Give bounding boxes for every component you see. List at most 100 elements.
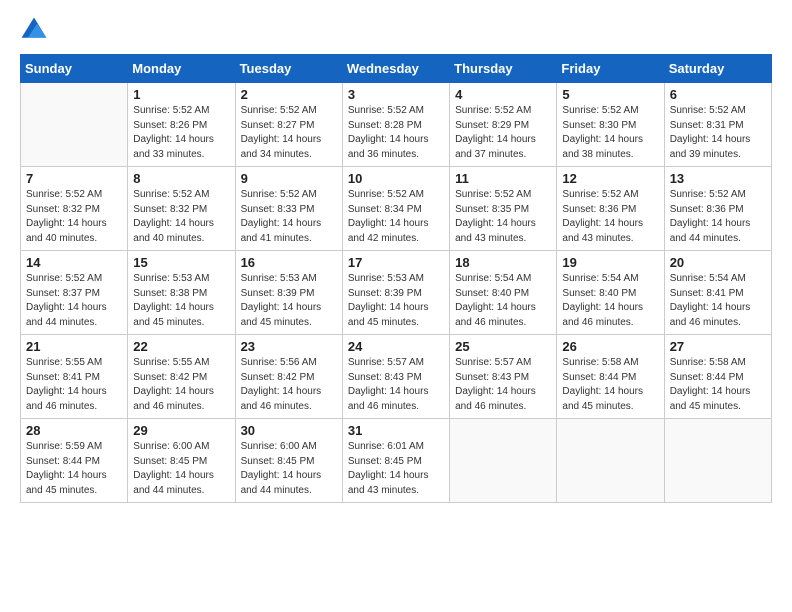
weekday-header-wednesday: Wednesday (342, 55, 449, 83)
day-number: 25 (455, 339, 551, 354)
day-cell: 2 Sunrise: 5:52 AM Sunset: 8:27 PM Daylig… (235, 83, 342, 167)
day-number: 24 (348, 339, 444, 354)
day-cell: 17 Sunrise: 5:53 AM Sunset: 8:39 PM Dayli… (342, 251, 449, 335)
header (20, 16, 772, 44)
day-number: 8 (133, 171, 229, 186)
weekday-header-tuesday: Tuesday (235, 55, 342, 83)
day-detail: Sunrise: 5:52 AM Sunset: 8:34 PM Dayligh… (348, 188, 444, 246)
day-detail: Sunrise: 5:52 AM Sunset: 8:26 PM Dayligh… (133, 104, 229, 162)
day-detail: Sunrise: 5:52 AM Sunset: 8:37 PM Dayligh… (26, 272, 122, 330)
day-detail: Sunrise: 5:56 AM Sunset: 8:42 PM Dayligh… (241, 356, 337, 414)
week-row-3: 14 Sunrise: 5:52 AM Sunset: 8:37 PM Dayli… (21, 251, 772, 335)
day-cell: 22 Sunrise: 5:55 AM Sunset: 8:42 PM Dayli… (128, 335, 235, 419)
day-number: 6 (670, 87, 766, 102)
day-cell: 9 Sunrise: 5:52 AM Sunset: 8:33 PM Daylig… (235, 167, 342, 251)
day-detail: Sunrise: 5:52 AM Sunset: 8:27 PM Dayligh… (241, 104, 337, 162)
day-cell: 6Sunrise: 5:52 AM Sunset: 8:31 PM Daylig… (664, 83, 771, 167)
page: SundayMondayTuesdayWednesdayThursdayFrid… (0, 0, 792, 612)
week-row-2: 7 Sunrise: 5:52 AM Sunset: 8:32 PM Daylig… (21, 167, 772, 251)
weekday-header-thursday: Thursday (450, 55, 557, 83)
day-detail: Sunrise: 5:54 AM Sunset: 8:40 PM Dayligh… (455, 272, 551, 330)
weekday-header-monday: Monday (128, 55, 235, 83)
day-detail: Sunrise: 5:52 AM Sunset: 8:30 PM Dayligh… (562, 104, 658, 162)
day-cell: 3 Sunrise: 5:52 AM Sunset: 8:28 PM Daylig… (342, 83, 449, 167)
day-cell: 7 Sunrise: 5:52 AM Sunset: 8:32 PM Daylig… (21, 167, 128, 251)
day-number: 22 (133, 339, 229, 354)
day-detail: Sunrise: 5:54 AM Sunset: 8:41 PM Dayligh… (670, 272, 766, 330)
day-cell (450, 419, 557, 503)
day-number: 4 (455, 87, 551, 102)
calendar-table: SundayMondayTuesdayWednesdayThursdayFrid… (20, 54, 772, 503)
day-number: 3 (348, 87, 444, 102)
day-number: 29 (133, 423, 229, 438)
day-detail: Sunrise: 5:52 AM Sunset: 8:32 PM Dayligh… (133, 188, 229, 246)
day-cell: 16 Sunrise: 5:53 AM Sunset: 8:39 PM Dayli… (235, 251, 342, 335)
day-number: 17 (348, 255, 444, 270)
day-detail: Sunrise: 5:52 AM Sunset: 8:36 PM Dayligh… (670, 188, 766, 246)
logo (20, 16, 52, 44)
day-cell: 13Sunrise: 5:52 AM Sunset: 8:36 PM Dayli… (664, 167, 771, 251)
day-detail: Sunrise: 5:58 AM Sunset: 8:44 PM Dayligh… (562, 356, 658, 414)
day-cell: 18 Sunrise: 5:54 AM Sunset: 8:40 PM Dayli… (450, 251, 557, 335)
day-cell: 15Sunrise: 5:53 AM Sunset: 8:38 PM Dayli… (128, 251, 235, 335)
day-cell: 14 Sunrise: 5:52 AM Sunset: 8:37 PM Dayli… (21, 251, 128, 335)
logo-icon (20, 16, 48, 44)
day-number: 28 (26, 423, 122, 438)
day-cell: 31Sunrise: 6:01 AM Sunset: 8:45 PM Dayli… (342, 419, 449, 503)
day-number: 30 (241, 423, 337, 438)
day-detail: Sunrise: 5:55 AM Sunset: 8:41 PM Dayligh… (26, 356, 122, 414)
day-cell: 10 Sunrise: 5:52 AM Sunset: 8:34 PM Dayli… (342, 167, 449, 251)
day-detail: Sunrise: 5:52 AM Sunset: 8:29 PM Dayligh… (455, 104, 551, 162)
day-detail: Sunrise: 6:00 AM Sunset: 8:45 PM Dayligh… (133, 440, 229, 498)
day-number: 2 (241, 87, 337, 102)
day-cell: 23 Sunrise: 5:56 AM Sunset: 8:42 PM Dayli… (235, 335, 342, 419)
day-number: 20 (670, 255, 766, 270)
day-detail: Sunrise: 5:52 AM Sunset: 8:32 PM Dayligh… (26, 188, 122, 246)
day-number: 21 (26, 339, 122, 354)
day-cell: 29 Sunrise: 6:00 AM Sunset: 8:45 PM Dayli… (128, 419, 235, 503)
day-detail: Sunrise: 5:59 AM Sunset: 8:44 PM Dayligh… (26, 440, 122, 498)
day-detail: Sunrise: 5:55 AM Sunset: 8:42 PM Dayligh… (133, 356, 229, 414)
day-number: 12 (562, 171, 658, 186)
day-number: 9 (241, 171, 337, 186)
day-cell: 8 Sunrise: 5:52 AM Sunset: 8:32 PM Daylig… (128, 167, 235, 251)
weekday-header-sunday: Sunday (21, 55, 128, 83)
day-cell: 30Sunrise: 6:00 AM Sunset: 8:45 PM Dayli… (235, 419, 342, 503)
day-cell: 5 Sunrise: 5:52 AM Sunset: 8:30 PM Daylig… (557, 83, 664, 167)
day-detail: Sunrise: 5:53 AM Sunset: 8:39 PM Dayligh… (348, 272, 444, 330)
day-number: 10 (348, 171, 444, 186)
day-detail: Sunrise: 5:52 AM Sunset: 8:28 PM Dayligh… (348, 104, 444, 162)
weekday-header-friday: Friday (557, 55, 664, 83)
day-cell: 19Sunrise: 5:54 AM Sunset: 8:40 PM Dayli… (557, 251, 664, 335)
day-detail: Sunrise: 5:53 AM Sunset: 8:38 PM Dayligh… (133, 272, 229, 330)
day-number: 16 (241, 255, 337, 270)
weekday-header-row: SundayMondayTuesdayWednesdayThursdayFrid… (21, 55, 772, 83)
day-number: 11 (455, 171, 551, 186)
day-cell: 21 Sunrise: 5:55 AM Sunset: 8:41 PM Dayli… (21, 335, 128, 419)
day-cell (664, 419, 771, 503)
day-number: 7 (26, 171, 122, 186)
day-detail: Sunrise: 5:58 AM Sunset: 8:44 PM Dayligh… (670, 356, 766, 414)
day-detail: Sunrise: 5:52 AM Sunset: 8:33 PM Dayligh… (241, 188, 337, 246)
day-number: 18 (455, 255, 551, 270)
day-number: 5 (562, 87, 658, 102)
day-cell: 24Sunrise: 5:57 AM Sunset: 8:43 PM Dayli… (342, 335, 449, 419)
day-cell (557, 419, 664, 503)
day-number: 23 (241, 339, 337, 354)
day-number: 26 (562, 339, 658, 354)
day-detail: Sunrise: 5:53 AM Sunset: 8:39 PM Dayligh… (241, 272, 337, 330)
day-detail: Sunrise: 5:52 AM Sunset: 8:35 PM Dayligh… (455, 188, 551, 246)
day-number: 14 (26, 255, 122, 270)
day-cell: 26 Sunrise: 5:58 AM Sunset: 8:44 PM Dayli… (557, 335, 664, 419)
week-row-4: 21 Sunrise: 5:55 AM Sunset: 8:41 PM Dayli… (21, 335, 772, 419)
week-row-5: 28 Sunrise: 5:59 AM Sunset: 8:44 PM Dayli… (21, 419, 772, 503)
day-detail: Sunrise: 5:52 AM Sunset: 8:36 PM Dayligh… (562, 188, 658, 246)
day-cell: 12 Sunrise: 5:52 AM Sunset: 8:36 PM Dayli… (557, 167, 664, 251)
weekday-header-saturday: Saturday (664, 55, 771, 83)
day-cell: 27 Sunrise: 5:58 AM Sunset: 8:44 PM Dayli… (664, 335, 771, 419)
day-number: 27 (670, 339, 766, 354)
day-cell: 20 Sunrise: 5:54 AM Sunset: 8:41 PM Dayli… (664, 251, 771, 335)
day-number: 31 (348, 423, 444, 438)
day-detail: Sunrise: 5:54 AM Sunset: 8:40 PM Dayligh… (562, 272, 658, 330)
day-detail: Sunrise: 5:57 AM Sunset: 8:43 PM Dayligh… (455, 356, 551, 414)
